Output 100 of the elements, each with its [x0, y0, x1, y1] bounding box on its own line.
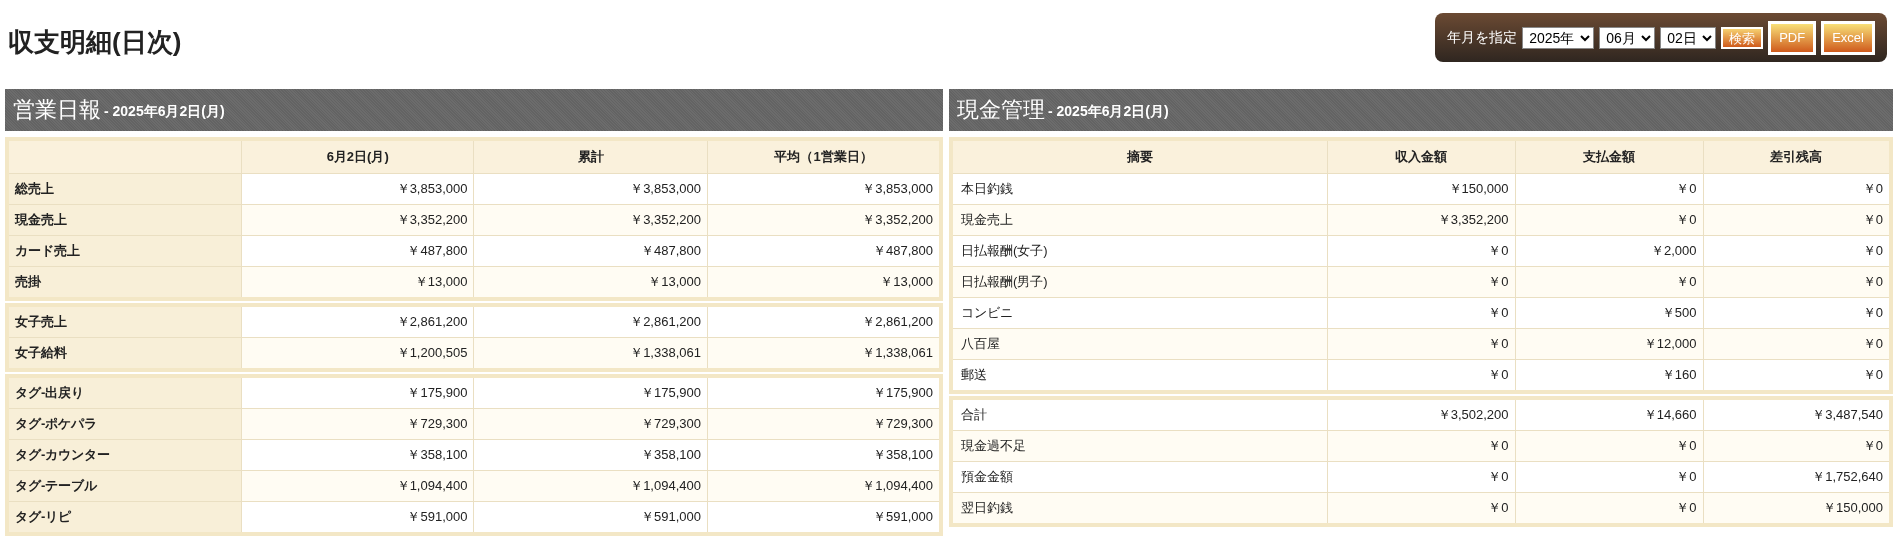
table-cell: ￥13,000 [707, 266, 941, 299]
table-cell: ￥3,853,000 [241, 173, 474, 205]
table-cell: ￥487,800 [241, 235, 474, 267]
table-cell: ￥175,900 [241, 376, 474, 409]
table-cell: ￥2,861,200 [474, 305, 708, 338]
table-cell: ￥500 [1515, 297, 1703, 329]
day-select[interactable]: 02日 [1660, 26, 1717, 49]
row-label: タグ-リピ [7, 501, 242, 534]
row-label: 売掛 [7, 266, 242, 299]
table-cell: ￥0 [1703, 173, 1891, 205]
row-label: 預金金額 [951, 461, 1327, 493]
table-cell: ￥0 [1703, 204, 1891, 236]
table-cell: ￥3,352,200 [707, 204, 941, 236]
table-cell: ￥729,300 [241, 408, 474, 440]
row-label: 現金売上 [951, 204, 1327, 236]
table-cell: ￥3,502,200 [1327, 398, 1515, 431]
column-header: 累計 [474, 139, 708, 174]
page-title: 収支明細(日次) [8, 26, 182, 59]
table-cell: ￥0 [1327, 461, 1515, 493]
row-label: タグ-ポケパラ [7, 408, 242, 440]
table-cell: ￥358,100 [474, 439, 708, 471]
table-cell: ￥0 [1327, 430, 1515, 462]
table-cell: ￥0 [1515, 461, 1703, 493]
row-label: 八百屋 [951, 328, 1327, 360]
row-label: 現金売上 [7, 204, 242, 236]
table-cell: ￥591,000 [241, 501, 474, 534]
table-cell: ￥0 [1703, 266, 1891, 298]
row-label: カード売上 [7, 235, 242, 267]
table-cell: ￥3,853,000 [474, 173, 708, 205]
table-cell: ￥1,094,400 [474, 470, 708, 502]
table-cell: ￥0 [1703, 328, 1891, 360]
row-label: 日払報酬(女子) [951, 235, 1327, 267]
table-cell: ￥487,800 [474, 235, 708, 267]
table-cell: ￥2,861,200 [707, 305, 941, 338]
table-cell: ￥0 [1703, 297, 1891, 329]
row-label: 総売上 [7, 173, 242, 205]
column-header: 収入金額 [1327, 139, 1515, 174]
table-cell: ￥0 [1515, 266, 1703, 298]
column-header: 6月2日(月) [241, 139, 474, 174]
row-label: 現金過不足 [951, 430, 1327, 462]
table-cell: ￥729,300 [707, 408, 941, 440]
row-label: 日払報酬(男子) [951, 266, 1327, 298]
table-cell: ￥0 [1327, 359, 1515, 392]
table-cell: ￥0 [1327, 492, 1515, 525]
table-cell: ￥358,100 [241, 439, 474, 471]
toolbar-label: 年月を指定 [1447, 28, 1518, 47]
table-cell: ￥13,000 [241, 266, 474, 299]
table-cell: ￥0 [1703, 359, 1891, 392]
row-label: 翌日釣銭 [951, 492, 1327, 525]
column-header: 摘要 [951, 139, 1327, 174]
table-cell: ￥0 [1703, 235, 1891, 267]
table-cell: ￥1,338,061 [474, 337, 708, 370]
table-cell: ￥591,000 [474, 501, 708, 534]
table-cell: ￥0 [1327, 328, 1515, 360]
panel-title: 現金管理 [957, 96, 1045, 124]
row-label: 本日釣銭 [951, 173, 1327, 205]
table-cell: ￥3,352,200 [1327, 204, 1515, 236]
table-cell: ￥358,100 [707, 439, 941, 471]
table-cell: ￥729,300 [474, 408, 708, 440]
table-cell: ￥2,861,200 [241, 305, 474, 338]
table-cell: ￥0 [1327, 235, 1515, 267]
table-cell: ￥2,000 [1515, 235, 1703, 267]
table-cell: ￥1,094,400 [707, 470, 941, 502]
table-cell: ￥13,000 [474, 266, 708, 299]
table-cell: ￥1,200,505 [241, 337, 474, 370]
table-cell: ￥0 [1327, 297, 1515, 329]
table-cell: ￥1,094,400 [241, 470, 474, 502]
table-cell: ￥1,338,061 [707, 337, 941, 370]
row-label: コンビニ [951, 297, 1327, 329]
panel-date: - 2025年6月2日(月) [104, 103, 225, 121]
table-cell: ￥175,900 [474, 376, 708, 409]
panel-title: 営業日報 [13, 96, 101, 124]
table-cell: ￥0 [1515, 430, 1703, 462]
table-cell: ￥150,000 [1327, 173, 1515, 205]
table-cell: ￥12,000 [1515, 328, 1703, 360]
table-cell: ￥14,660 [1515, 398, 1703, 431]
table-cell: ￥0 [1515, 492, 1703, 525]
table-cell: ￥3,487,540 [1703, 398, 1891, 431]
column-header: 支払金額 [1515, 139, 1703, 174]
table-cell: ￥3,853,000 [707, 173, 941, 205]
panel-date: - 2025年6月2日(月) [1048, 103, 1169, 121]
month-select[interactable]: 06月 [1599, 26, 1656, 49]
year-select[interactable]: 2025年 [1522, 26, 1595, 49]
table-cell: ￥175,900 [707, 376, 941, 409]
table-cell: ￥487,800 [707, 235, 941, 267]
table-cell: ￥0 [1515, 173, 1703, 205]
table-cell: ￥1,752,640 [1703, 461, 1891, 493]
table-cell: ￥0 [1515, 204, 1703, 236]
row-label: タグ-出戻り [7, 376, 242, 409]
row-label: 女子給料 [7, 337, 242, 370]
table-cell: ￥0 [1703, 430, 1891, 462]
row-label: 合計 [951, 398, 1327, 431]
table-cell: ￥0 [1327, 266, 1515, 298]
table-cell: ￥3,352,200 [474, 204, 708, 236]
row-label: タグ-テーブル [7, 470, 242, 502]
column-header: 平均（1営業日） [707, 139, 941, 174]
table-cell: ￥150,000 [1703, 492, 1891, 525]
table-cell: ￥160 [1515, 359, 1703, 392]
table-cell: ￥591,000 [707, 501, 941, 534]
row-label: 女子売上 [7, 305, 242, 338]
